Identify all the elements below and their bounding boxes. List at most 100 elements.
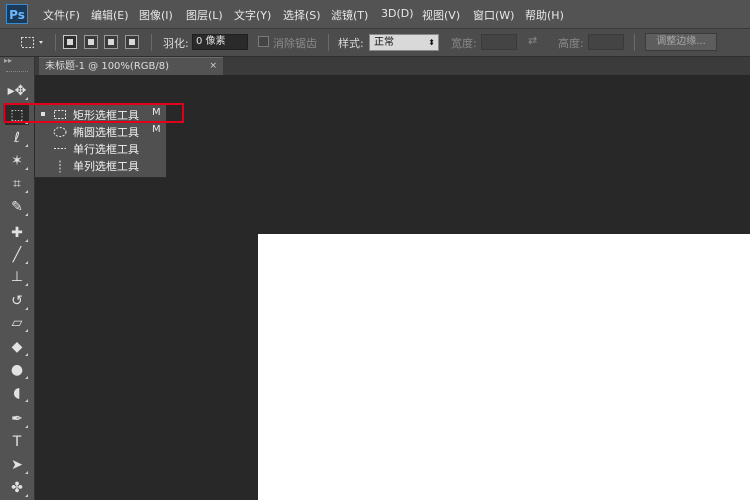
document-tab-bar: 未标题-1 @ 100%(RGB/8) × [35,57,750,75]
style-select-value: 正常 [374,37,394,48]
refine-edge-button[interactable]: 调整边缘... [645,33,717,51]
flyout-item-single-row-marquee[interactable]: 单行选框工具 [35,140,166,157]
blur-icon: ● [10,362,24,378]
antialias-label: 消除锯齿 [273,37,317,50]
menu-item[interactable]: 文字(Y) [234,7,271,23]
dodge-icon: ◖ [13,385,21,401]
height-label: 高度: [558,37,584,50]
magic-wand-icon: ✶ [11,153,23,169]
flyout-item-label: 单列选框工具 [73,160,139,173]
path-selection-icon: ➤ [11,457,23,473]
flyout-item-shortcut: M [152,124,161,135]
pen-tool[interactable]: ✒ [5,409,29,429]
healing-brush-icon: ✚ [11,225,23,241]
history-brush-icon: ↺ [11,293,23,309]
more-tools-indicator-icon [25,167,28,170]
type-tool[interactable]: T [5,432,29,452]
history-brush-tool[interactable]: ↺ [5,291,29,311]
paint-bucket-icon: ◆ [11,339,23,355]
style-label: 样式: [338,37,364,50]
type-icon: T [12,434,22,450]
rect-marquee-icon [21,37,43,48]
magic-wand-tool[interactable]: ✶ [5,151,29,171]
brush-tool[interactable]: ╱ [5,245,29,265]
more-tools-indicator-icon [25,307,28,310]
width-label: 宽度: [451,37,477,50]
single-column-marquee-icon [59,160,61,173]
clone-stamp-tool[interactable]: ⊥ [5,267,29,287]
lasso-icon: ℓ [14,130,20,146]
path-selection-tool[interactable]: ➤ [5,455,29,475]
menu-item[interactable]: 滤镜(T) [331,7,368,23]
width-input[interactable] [481,34,517,50]
height-input[interactable] [588,34,624,50]
eraser-tool[interactable]: ▱ [5,313,29,333]
antialias-checkbox[interactable] [258,36,269,47]
menu-item[interactable]: 3D(D) [381,7,414,20]
ellipse-marquee-icon [53,127,67,137]
lasso-tool[interactable]: ℓ [5,128,29,148]
panel-collapse-icon[interactable]: ▸▸ [4,57,30,65]
custom-shape-tool[interactable]: ✤ [5,478,29,498]
more-tools-indicator-icon [25,144,28,147]
document-canvas[interactable] [258,234,750,500]
paint-bucket-tool[interactable]: ◆ [5,337,29,357]
intersect-selection-button[interactable] [125,35,139,49]
more-tools-indicator-icon [25,329,28,332]
brush-icon: ╱ [12,247,22,263]
style-select[interactable]: 正常 ⬍ [369,34,439,51]
close-icon[interactable]: × [209,58,217,75]
clone-stamp-icon: ⊥ [10,269,24,285]
more-tools-indicator-icon [25,283,28,286]
single-row-marquee-icon [54,148,66,149]
more-tools-indicator-icon [25,353,28,356]
more-tools-indicator-icon [25,97,28,100]
flyout-item-label: 单行选框工具 [73,143,139,156]
menu-item[interactable]: 编辑(E) [91,7,129,23]
more-tools-indicator-icon [25,425,28,428]
eyedropper-tool[interactable]: ✎ [5,197,29,217]
menu-bar: Ps 文件(F) 编辑(E) 图像(I) 图层(L) 文字(Y) 选择(S) 滤镜(T) 3D… [0,0,750,29]
more-tools-indicator-icon [25,239,28,242]
new-selection-button[interactable] [63,35,77,49]
crop-tool[interactable]: ⌗ [5,174,29,194]
menu-item[interactable]: 选择(S) [283,7,321,23]
blur-tool[interactable]: ● [5,360,29,380]
document-tab[interactable]: 未标题-1 @ 100%(RGB/8) × [39,57,223,75]
more-tools-indicator-icon [25,494,28,497]
flyout-item-ellipse-marquee[interactable]: 椭圆选框工具 M [35,123,166,140]
add-to-selection-button[interactable] [84,35,98,49]
document-tab-title: 未标题-1 @ 100%(RGB/8) [45,61,170,72]
feather-input[interactable]: 0 像素 [192,34,248,50]
more-tools-indicator-icon [25,213,28,216]
feather-label: 羽化: [163,37,189,50]
menu-item[interactable]: 窗口(W) [473,7,514,23]
flyout-item-label: 椭圆选框工具 [73,126,139,139]
move-tool[interactable]: ▸✥ [5,81,29,101]
menu-item[interactable]: 文件(F) [43,7,80,23]
highlight-annotation-box [3,103,184,123]
dodge-tool[interactable]: ◖ [5,383,29,403]
menu-item[interactable]: 图层(L) [186,7,223,23]
healing-brush-tool[interactable]: ✚ [5,223,29,243]
swap-width-height-icon[interactable]: ⇄ [528,34,537,47]
flyout-item-single-column-marquee[interactable]: 单列选框工具 [35,157,166,174]
more-tools-indicator-icon [25,376,28,379]
chevron-updown-icon: ⬍ [428,38,435,47]
custom-shape-icon: ✤ [11,480,23,496]
eraser-icon: ▱ [11,315,23,331]
photoshop-logo: Ps [6,4,28,24]
menu-item[interactable]: 帮助(H) [525,7,564,23]
menu-item[interactable]: 视图(V) [422,7,460,23]
pen-icon: ✒ [11,411,23,427]
more-tools-indicator-icon [25,190,28,193]
crop-icon: ⌗ [13,176,21,192]
more-tools-indicator-icon [25,261,28,264]
more-tools-indicator-icon [25,399,28,402]
tool-preset-picker[interactable] [20,35,46,50]
eyedropper-icon: ✎ [11,199,23,215]
menu-item[interactable]: 图像(I) [139,7,173,23]
move-icon: ▸✥ [7,83,27,99]
subtract-from-selection-button[interactable] [104,35,118,49]
tools-panel: ▸▸ ▸✥ ⬚ ℓ ✶ ⌗ ✎ ✚ ╱ ⊥ ↺ ▱ ◆ ● ◖ ✒ T ➤ ✤ [0,57,35,500]
